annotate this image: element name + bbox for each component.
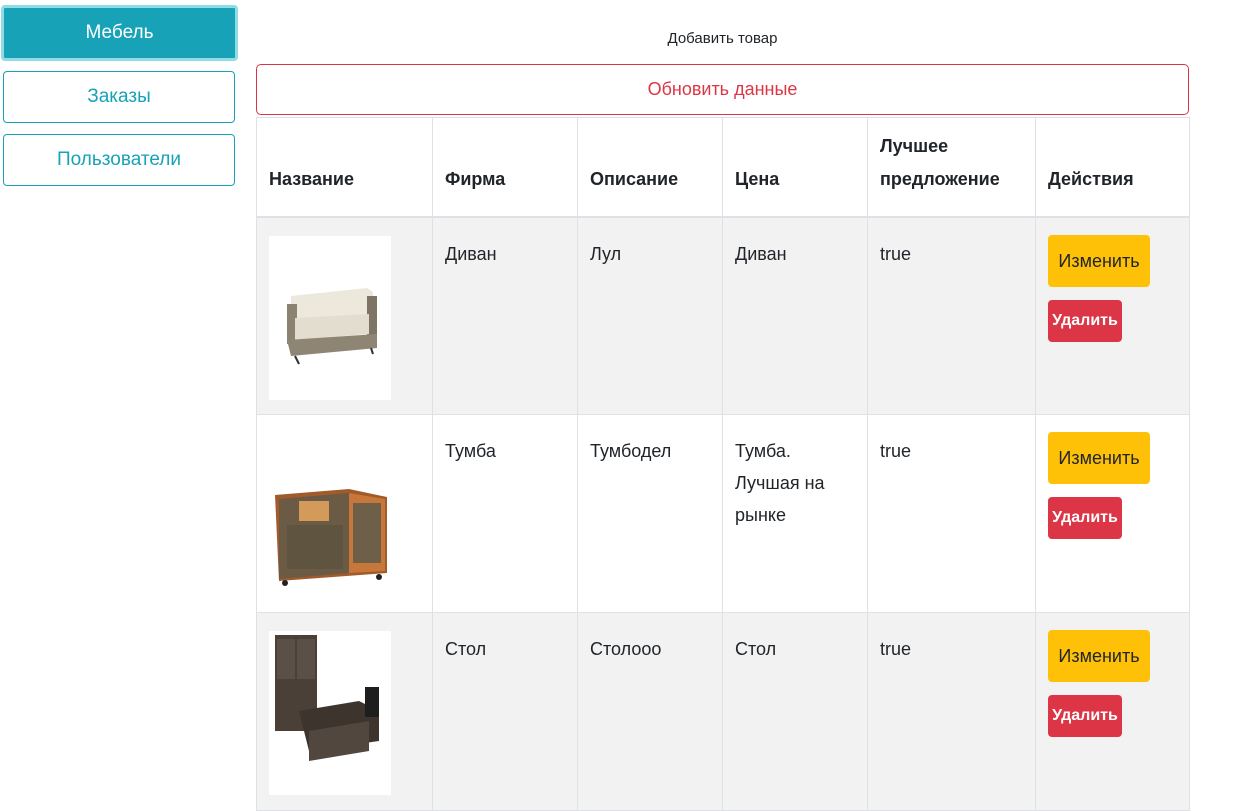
delete-button[interactable]: Удалить bbox=[1048, 497, 1122, 539]
best-offer-cell: true bbox=[867, 216, 1036, 415]
add-product-link[interactable]: Добавить товар bbox=[256, 27, 1189, 51]
column-header-price: Цена bbox=[722, 117, 868, 218]
actions-cell: Изменить Удалить bbox=[1035, 414, 1190, 613]
description-cell: Лул bbox=[577, 216, 723, 415]
column-header-description: Описание bbox=[577, 117, 723, 218]
description-cell: Тумбодел bbox=[577, 414, 723, 613]
delete-button[interactable]: Удалить bbox=[1048, 299, 1122, 342]
sidebar-item-furniture[interactable]: Мебель bbox=[1, 5, 238, 61]
table-row: Тумба Тумбодел Тумба. Лучшая на рынке tr… bbox=[256, 414, 1190, 613]
column-header-best-offer: Лучшее предложение bbox=[867, 117, 1036, 218]
price-cell: Тумба. Лучшая на рынке bbox=[722, 414, 868, 613]
price-cell: Стол bbox=[722, 612, 868, 811]
tv-stand-image bbox=[269, 433, 391, 597]
table-header-row: Название Фирма Описание Цена Лучшее пред… bbox=[256, 117, 1190, 218]
table-row: Стол Столооо Стол true Изменить Удалить bbox=[256, 612, 1190, 811]
edit-button[interactable]: Изменить bbox=[1048, 234, 1150, 287]
column-header-firm: Фирма bbox=[432, 117, 578, 218]
edit-button[interactable]: Изменить bbox=[1048, 630, 1150, 682]
price-cell: Диван bbox=[722, 216, 868, 415]
column-header-name: Название bbox=[256, 117, 433, 218]
delete-button[interactable]: Удалить bbox=[1048, 695, 1122, 737]
actions-cell: Изменить Удалить bbox=[1035, 216, 1190, 415]
product-image-cell bbox=[256, 414, 433, 613]
firm-cell: Тумба bbox=[432, 414, 578, 613]
best-offer-cell: true bbox=[867, 612, 1036, 811]
description-cell: Столооо bbox=[577, 612, 723, 811]
refresh-button[interactable]: Обновить данные bbox=[256, 64, 1189, 115]
best-offer-cell: true bbox=[867, 414, 1036, 613]
sidebar-item-orders[interactable]: Заказы bbox=[3, 71, 235, 123]
office-set-image bbox=[269, 631, 391, 795]
edit-button[interactable]: Изменить bbox=[1048, 432, 1150, 484]
product-image-cell bbox=[256, 612, 433, 811]
sidebar-item-users[interactable]: Пользователи bbox=[3, 134, 235, 186]
column-header-actions: Действия bbox=[1035, 117, 1190, 218]
actions-cell: Изменить Удалить bbox=[1035, 612, 1190, 811]
products-table: Название Фирма Описание Цена Лучшее пред… bbox=[256, 117, 1190, 811]
product-image-cell bbox=[256, 216, 433, 415]
firm-cell: Стол bbox=[432, 612, 578, 811]
table-row: Диван Лул Диван true Изменить Удалить bbox=[256, 216, 1190, 415]
sofa-image bbox=[269, 235, 391, 400]
firm-cell: Диван bbox=[432, 216, 578, 415]
